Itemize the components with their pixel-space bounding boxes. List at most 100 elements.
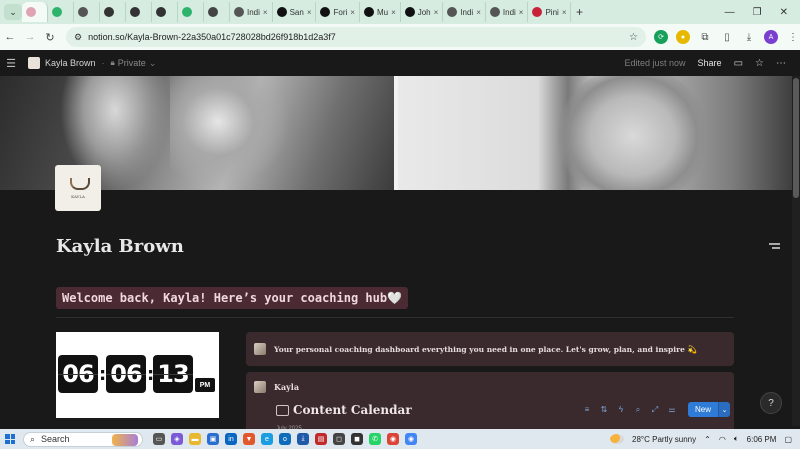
expand-icon[interactable]: ⤢ [650,405,660,415]
browser-tab[interactable] [48,2,74,22]
chevron-down-icon[interactable]: ⌄ [718,402,731,417]
tab-search-button[interactable]: ⌄ [4,4,22,20]
browser-tab[interactable]: Joh × [401,2,444,22]
tab-close-icon[interactable]: × [307,8,312,17]
intro-callout[interactable]: Your personal coaching dashboard everyth… [246,332,734,366]
browser-tab[interactable]: San × [273,2,317,22]
brave-icon[interactable]: ▼ [243,433,255,445]
whatsapp-icon[interactable]: ✆ [369,433,381,445]
file-explorer-icon[interactable]: ▬ [189,433,201,445]
table-of-contents-icon[interactable] [769,243,780,253]
tab-close-icon[interactable]: × [434,8,439,17]
breadcrumb-page[interactable]: Kayla Brown [45,58,96,68]
browser-tab[interactable]: Indi × [486,2,529,22]
weather-text[interactable]: 28°C Partly sunny [632,435,696,444]
browser-menu-icon[interactable]: ⋮ [786,30,800,44]
notifications-icon[interactable]: ▢ [784,435,792,444]
chrome-profile-icon[interactable]: ◉ [405,433,417,445]
tab-favicon-icon [156,7,166,17]
tab-label: Indi [460,7,474,17]
store-icon[interactable]: ▣ [207,433,219,445]
help-button[interactable]: ? [760,392,782,414]
browser-tab[interactable] [74,2,100,22]
page-logo[interactable]: KAYLA [55,165,101,211]
page-title[interactable]: Kayla Brown [56,236,184,257]
tab-favicon-icon [52,7,62,17]
search-icon[interactable]: ⌕ [633,405,643,415]
edge-icon[interactable]: e [261,433,273,445]
forward-icon[interactable]: → [20,31,40,43]
tab-favicon-icon [234,7,244,17]
tab-close-icon[interactable]: × [263,8,268,17]
browser-tab[interactable] [178,2,204,22]
copilot-icon[interactable]: ◈ [171,433,183,445]
download-icon[interactable]: ⤓ [742,30,756,44]
browser-tab[interactable] [152,2,178,22]
extension-icon[interactable]: ⟳ [654,30,668,44]
url-text: notion.so/Kayla-Brown-22a350a01c728028bd… [88,32,336,42]
new-entry-button[interactable]: New ⌄ [688,402,731,417]
close-icon[interactable]: ✕ [780,7,788,18]
sidebar-toggle-icon[interactable]: ☰ [0,57,22,70]
app-icon[interactable]: ◻ [333,433,345,445]
tab-close-icon[interactable]: × [562,8,567,17]
network-icon[interactable]: ◠ [719,435,726,444]
tray-chevron-icon[interactable]: ⌃ [704,435,711,444]
favorite-star-icon[interactable]: ☆ [755,58,764,69]
clock-time[interactable]: 6:06 PM [747,435,777,444]
tab-close-icon[interactable]: × [519,8,524,17]
sort-icon[interactable]: ⇅ [599,405,609,414]
chrome-icon[interactable]: ◉ [387,433,399,445]
bookmark-star-icon[interactable]: ☆ [629,32,638,43]
browser-tab[interactable] [22,2,48,22]
browser-tab-strip: ⌄ Indi × San × Fori × Mu × Joh × Indi × Indi × Pini × +… [0,0,800,24]
browser-tab[interactable]: Indi × [443,2,486,22]
cover-image-portrait [398,76,792,190]
browser-tab[interactable]: Indi × [230,2,273,22]
extensions-puzzle-icon[interactable]: ⧉ [698,30,712,44]
new-tab-button[interactable]: + [571,5,587,19]
side-panel-icon[interactable]: ▯ [720,30,734,44]
tab-close-icon[interactable]: × [350,8,355,17]
browser-tab[interactable] [204,2,230,22]
page-scrollbar[interactable] [792,76,800,426]
app-icon[interactable]: ◼ [351,433,363,445]
browser-tab[interactable]: Pini × [528,2,572,22]
reload-icon[interactable]: ↻ [40,31,60,44]
tab-close-icon[interactable]: × [391,8,396,17]
settings-icon[interactable]: ⚌ [667,405,677,414]
outlook-icon[interactable]: o [279,433,291,445]
profile-avatar[interactable]: A [764,30,778,44]
download-app-icon[interactable]: ⤓ [297,433,309,445]
new-button-label[interactable]: New [688,402,719,417]
page-icon [28,57,40,69]
filter-icon[interactable]: ≡ [582,405,592,414]
linkedin-icon[interactable]: in [225,433,237,445]
browser-tab[interactable]: Mu × [360,2,401,22]
extension-icon[interactable]: ● [676,30,690,44]
privacy-status[interactable]: Private [118,58,146,68]
windows-start-icon[interactable] [5,434,15,444]
taskbar-search[interactable]: ⌕ Search [23,431,143,447]
minimize-icon[interactable]: — [725,7,735,18]
tab-close-icon[interactable]: × [476,8,481,17]
kayla-callout[interactable]: Kayla Content Calendar ≡ ⇅ ϟ ⌕ ⤢ ⚌ New ⌄… [246,372,734,432]
weather-icon[interactable] [610,434,625,444]
task-view-icon[interactable]: ▭ [153,433,165,445]
pdf-icon[interactable]: ▤ [315,433,327,445]
comments-icon[interactable]: ▭ [734,58,743,69]
automation-icon[interactable]: ϟ [616,405,626,414]
url-bar[interactable]: ⚙ notion.so/Kayla-Brown-22a350a01c728028… [66,27,646,47]
share-button[interactable]: Share [698,58,722,68]
volume-icon[interactable]: 🔈︎ [734,434,739,444]
restore-icon[interactable]: ❐ [753,7,762,18]
site-info-icon[interactable]: ⚙ [74,32,82,43]
browser-tab[interactable] [100,2,126,22]
welcome-heading[interactable]: Welcome back, Kayla! Here’s your coachin… [56,287,409,309]
back-icon[interactable]: ← [0,31,20,43]
tab-favicon-icon [26,7,36,17]
browser-tab[interactable] [126,2,152,22]
browser-tab[interactable]: Fori × [316,2,360,22]
more-options-icon[interactable]: ⋯ [776,58,786,69]
database-title[interactable]: Content Calendar [276,403,412,417]
